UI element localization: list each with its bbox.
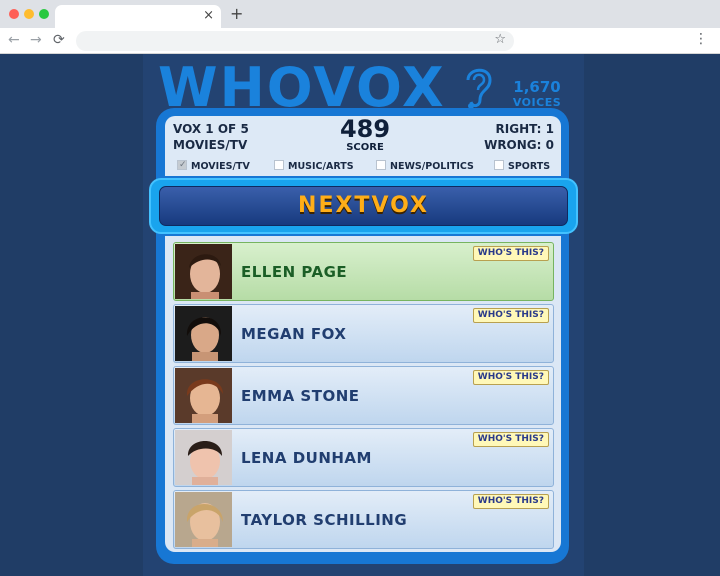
whos-this-button[interactable]: WHO'S THIS? <box>472 494 549 509</box>
bookmark-star-icon[interactable]: ☆ <box>494 32 506 47</box>
answer-name: TAYLOR SCHILLING <box>241 511 408 529</box>
score-label: SCORE <box>346 142 384 153</box>
whos-this-button[interactable]: WHO'S THIS? <box>472 370 549 385</box>
answer-name: EMMA STONE <box>241 387 360 405</box>
answer-name: ELLEN PAGE <box>241 263 348 281</box>
answer-option[interactable]: LENA DUNHAM WHO'S THIS? <box>173 428 554 487</box>
ear-icon <box>466 68 492 109</box>
whos-this-button[interactable]: WHO'S THIS? <box>472 432 549 447</box>
forward-arrow-icon[interactable]: → <box>30 32 42 48</box>
close-window-button[interactable] <box>9 9 19 19</box>
address-bar[interactable]: ☆ <box>76 31 514 51</box>
answer-option-correct[interactable]: ELLEN PAGE WHO'S THIS? <box>173 242 554 301</box>
vox-progress: VOX 1 OF 5 <box>173 122 249 136</box>
browser-menu-icon[interactable]: ⋮ <box>694 32 708 46</box>
filter-sports[interactable]: SPORTS <box>494 160 550 174</box>
answer-option[interactable]: EMMA STONE WHO'S THIS? <box>173 366 554 425</box>
reload-icon[interactable]: ⟳ <box>53 32 65 48</box>
voices-count: 1,670 <box>513 78 561 96</box>
wrong-count: WRONG: 0 <box>484 138 554 152</box>
filter-news-politics[interactable]: NEWS/POLITICS <box>376 160 474 174</box>
answer-option[interactable]: TAYLOR SCHILLING WHO'S THIS? <box>173 490 554 549</box>
tab-bar: × + <box>0 0 720 28</box>
answer-name: LENA DUNHAM <box>241 449 372 467</box>
checkbox[interactable] <box>274 160 284 170</box>
celebrity-photo <box>175 492 232 547</box>
checkbox[interactable] <box>376 160 386 170</box>
minimize-window-button[interactable] <box>24 9 34 19</box>
checkbox[interactable] <box>494 160 504 170</box>
answer-option[interactable]: MEGAN FOX WHO'S THIS? <box>173 304 554 363</box>
celebrity-photo <box>175 368 232 423</box>
current-category: MOVIES/TV <box>173 138 248 152</box>
filter-movies-tv[interactable]: MOVIES/TV <box>177 158 250 174</box>
celebrity-photo <box>175 306 232 361</box>
filter-music-arts[interactable]: MUSIC/ARTS <box>274 160 354 174</box>
whos-this-button[interactable]: WHO'S THIS? <box>472 246 549 261</box>
right-count: RIGHT: 1 <box>495 122 554 136</box>
close-tab-icon[interactable]: × <box>203 8 214 24</box>
browser-tab[interactable]: × <box>55 5 221 28</box>
whos-this-button[interactable]: WHO'S THIS? <box>472 308 549 323</box>
checkbox-checked[interactable] <box>177 158 187 172</box>
voices-counter: 1,670 VOICES <box>506 80 568 110</box>
back-arrow-icon[interactable]: ← <box>8 32 20 48</box>
browser-toolbar: ← → ⟳ ☆ ⋮ <box>0 28 720 54</box>
celebrity-photo <box>175 430 232 485</box>
answer-name: MEGAN FOX <box>241 325 347 343</box>
maximize-window-button[interactable] <box>39 9 49 19</box>
new-tab-button[interactable]: + <box>230 5 243 23</box>
celebrity-photo <box>175 244 232 299</box>
score-value: 489 <box>339 115 391 143</box>
next-vox-label: NEXTVOX <box>159 186 568 226</box>
next-vox-button[interactable]: NEXTVOX <box>149 178 578 234</box>
